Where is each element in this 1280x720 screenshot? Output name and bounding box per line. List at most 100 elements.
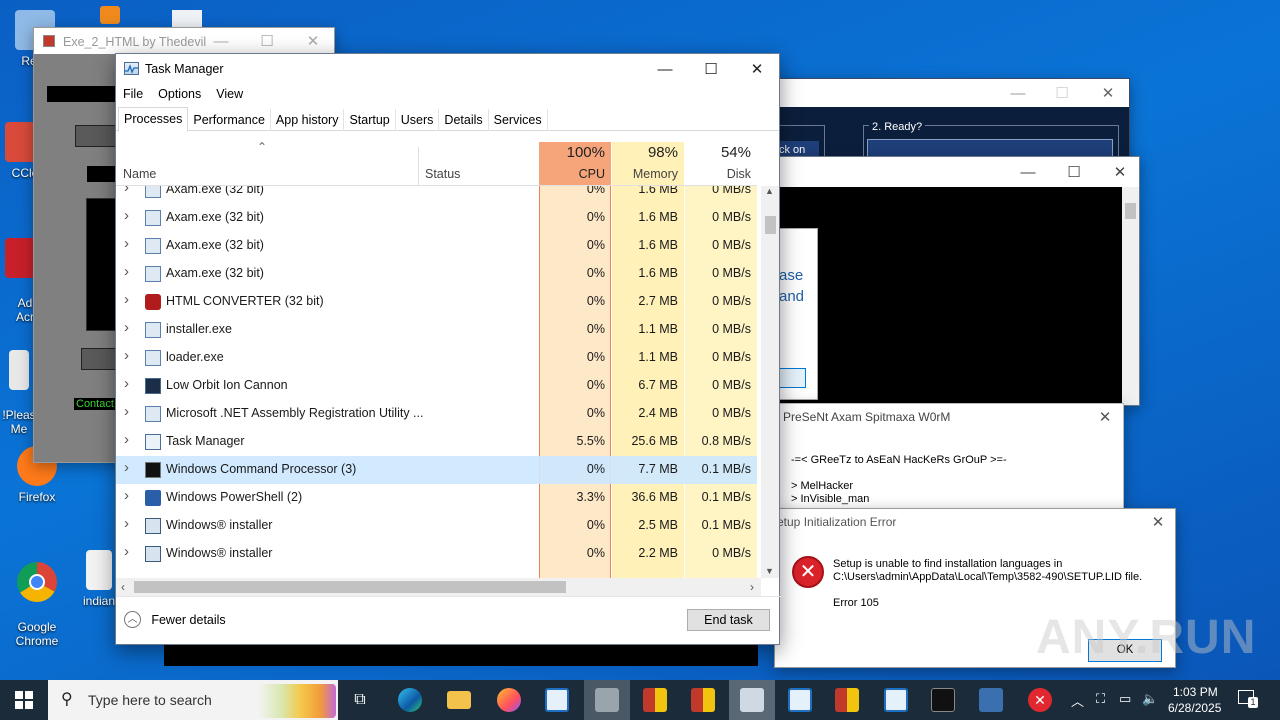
column-header-disk[interactable]: 54% Disk [685,142,757,186]
process-row[interactable]: › loader.exe 0% 1.1 MB 0 MB/s [116,344,757,372]
expand-chevron-icon[interactable]: › [124,207,129,224]
task-manager-titlebar[interactable]: Task Manager — ☐ ✕ [116,54,779,84]
process-row[interactable]: › Windows® installer 0% 2.5 MB 0.1 MB/s [116,512,757,540]
converter-icon-2[interactable] [691,688,715,712]
scroll-right-icon[interactable]: › [750,580,754,594]
close-button[interactable]: ✕ [1085,79,1131,107]
close-button[interactable]: ✕ [1097,157,1143,187]
expand-chevron-icon[interactable]: › [124,431,129,448]
start-button[interactable] [0,680,48,720]
process-row[interactable]: › Windows® installer 0% 2.2 MB 0 MB/s [116,540,757,568]
process-row[interactable]: › Low Orbit Ion Cannon 0% 6.7 MB 0 MB/s [116,372,757,400]
tab-services[interactable]: Services [489,109,548,131]
scroll-up-icon[interactable]: ▲ [765,186,774,196]
tab-app-history[interactable]: App history [271,109,345,131]
process-row[interactable]: › installer.exe 0% 1.1 MB 0 MB/s [116,316,757,344]
process-row[interactable]: › Axam.exe (32 bit) 0% 1.6 MB 0 MB/s [116,260,757,288]
converter-icon-3[interactable] [835,688,859,712]
process-row[interactable]: › Axam.exe (32 bit) 0% 1.6 MB 0 MB/s [116,204,757,232]
network-icon[interactable]: ⛶ [1096,691,1105,707]
partial-dialog[interactable]: ase and [778,228,818,400]
process-row[interactable]: › Windows PowerShell (2) 3.3% 36.6 MB 0.1 MB… [116,484,757,512]
maximize-button[interactable]: ☐ [244,28,290,54]
tab-startup[interactable]: Startup [344,109,396,131]
process-row[interactable]: › HTML CONVERTER (32 bit) 0% 2.7 MB 0 MB/s [116,288,757,316]
tab-users[interactable]: Users [396,109,440,131]
partial-dialog-button[interactable] [779,368,806,388]
process-row[interactable]: › Windows Command Processor (3) 0% 7.7 MB 0.… [116,456,757,484]
close-button[interactable]: ✕ [1085,404,1125,430]
scrollbar-thumb[interactable] [1125,203,1136,219]
expand-chevron-icon[interactable]: › [124,263,129,280]
menu-file[interactable]: File [116,84,151,106]
console-scrollbar[interactable] [1122,187,1139,405]
tab-performance[interactable]: Performance [188,109,271,131]
expand-chevron-icon[interactable]: › [124,543,129,560]
maximize-button[interactable]: ☐ [688,54,734,84]
converter-icon[interactable] [643,688,667,712]
expand-chevron-icon[interactable]: › [124,487,129,504]
exe2html-titlebar[interactable]: Exe_2_HTML by Thedevil — ☐ ✕ [34,28,334,54]
scrollbar-thumb[interactable] [134,581,566,593]
expand-chevron-icon[interactable]: › [124,235,129,252]
exe2html-button-2[interactable] [81,348,119,370]
fewer-details-button[interactable]: ︿ Fewer details [124,611,226,631]
console-titlebar[interactable]: — ☐ ✕ [779,157,1139,187]
expand-chevron-icon[interactable]: › [124,291,129,308]
taskbar-task-manager[interactable] [729,680,775,720]
taskbar-search-box[interactable]: ⚲ Type here to search [48,680,338,720]
app-window-icon-3[interactable] [884,688,908,712]
expand-chevron-icon[interactable]: › [124,403,129,420]
network-tool-icon[interactable] [979,688,1003,712]
tab-details[interactable]: Details [439,109,489,131]
minimize-button[interactable]: — [198,28,244,54]
expand-chevron-icon[interactable]: › [124,515,129,532]
scroll-down-icon[interactable]: ▼ [765,566,774,576]
maximize-button[interactable]: ☐ [1051,157,1097,187]
end-task-button[interactable]: End task [687,609,770,631]
ethernet-icon[interactable]: ▭ [1119,691,1131,707]
exe2html-button-1[interactable] [75,125,119,147]
expand-chevron-icon[interactable]: › [124,347,129,364]
minimize-button[interactable]: — [642,54,688,84]
scroll-left-icon[interactable]: ‹ [121,580,125,594]
app-window-icon-2[interactable] [788,688,812,712]
minimize-button[interactable]: — [995,79,1041,107]
process-row[interactable]: › Microsoft .NET Assembly Registration Ut… [116,400,757,428]
minimize-button[interactable]: — [1005,157,1051,187]
firefox-icon[interactable] [497,688,521,712]
process-row[interactable]: › Axam.exe (32 bit) 0% 1.6 MB 0 MB/s [116,232,757,260]
expand-chevron-icon[interactable]: › [124,186,129,196]
horizontal-scrollbar[interactable]: ‹ › [116,578,761,596]
close-button[interactable]: ✕ [734,54,780,84]
expand-chevron-icon[interactable]: › [124,375,129,392]
contact-link[interactable]: Contact [74,398,116,410]
close-button[interactable]: ✕ [290,28,336,54]
scrollbar-thumb[interactable] [765,216,776,234]
app-window-icon[interactable] [545,688,569,712]
error-badge-icon[interactable]: ✕ [1028,688,1052,712]
dark-app-window[interactable]: — ☐ ✕ ck on 2. Ready? [778,78,1130,168]
volume-icon[interactable]: 🔈 [1142,691,1158,707]
file-explorer-icon[interactable] [447,691,471,709]
axam-window[interactable]: PreSeNt Axam Spitmaxa W0rM ✕ -=< GReeTz … [778,403,1124,513]
notification-center-button[interactable]: 1 [1236,688,1258,710]
expand-chevron-icon[interactable]: › [124,319,129,336]
menu-options[interactable]: Options [151,84,209,106]
column-header-memory[interactable]: 98% Memory [612,142,684,186]
clock-date[interactable]: 6/28/2025 [1168,701,1221,715]
close-button[interactable]: ✕ [1139,509,1177,535]
vertical-scrollbar[interactable]: ▲ ▼ [761,186,779,578]
process-row[interactable]: › Task Manager 5.5% 25.6 MB 0.8 MB/s [116,428,757,456]
cmd-icon[interactable] [931,688,955,712]
expand-chevron-icon[interactable]: › [124,459,129,476]
task-view-icon[interactable]: ⧉ [348,688,372,712]
column-header-cpu[interactable]: 100% CPU [539,142,611,186]
show-hidden-icons[interactable]: ︿ [1071,691,1084,710]
taskbar-active-app[interactable] [584,680,630,720]
menu-view[interactable]: View [209,84,251,106]
clock-time[interactable]: 1:03 PM [1173,685,1218,699]
process-row[interactable]: › Axam.exe (32 bit) 0% 1.6 MB 0 MB/s [116,186,757,204]
console-window[interactable]: — ☐ ✕ [778,156,1140,406]
task-manager-window[interactable]: Task Manager — ☐ ✕ File Options View Pro… [115,53,781,645]
